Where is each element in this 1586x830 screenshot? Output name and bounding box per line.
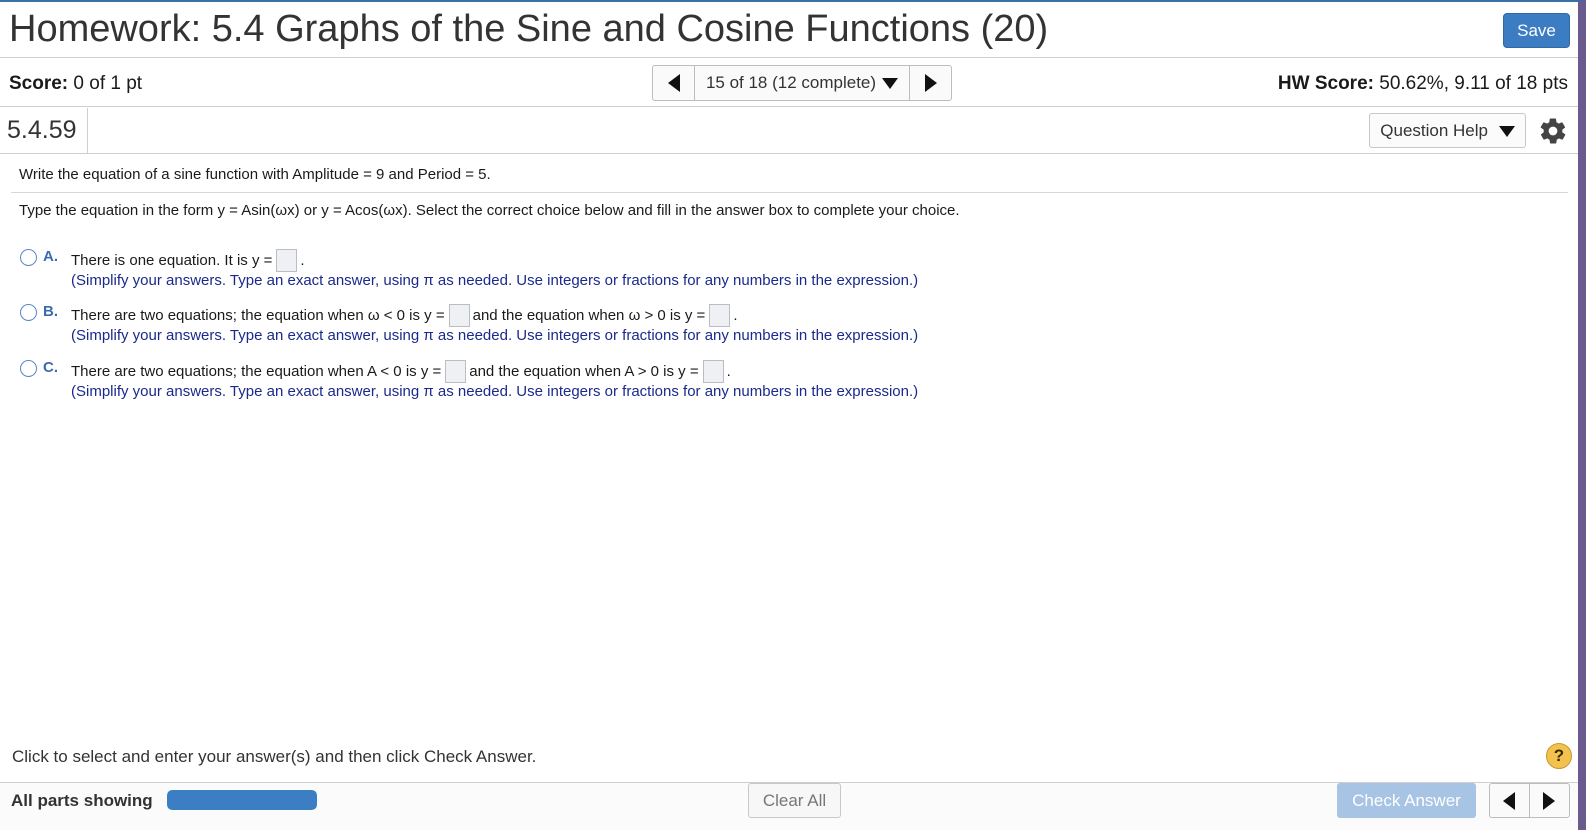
parts-progress-bar bbox=[167, 790, 317, 810]
choice-b-answer-box-2[interactable] bbox=[709, 304, 731, 327]
question-selector-label: 15 of 18 (12 complete) bbox=[705, 73, 877, 92]
gear-icon[interactable] bbox=[1538, 116, 1568, 146]
question-header: 5.4.59 Question Help bbox=[0, 108, 1578, 154]
caret-down-icon bbox=[882, 77, 899, 89]
footer-previous-button[interactable] bbox=[1490, 784, 1530, 817]
save-button[interactable]: Save bbox=[1503, 13, 1570, 48]
choice-a-text-part1: There is one equation. It is y = bbox=[71, 252, 273, 269]
homework-window: Homework: 5.4 Graphs of the Sine and Cos… bbox=[0, 0, 1586, 830]
previous-question-button[interactable] bbox=[653, 66, 695, 100]
chevron-left-icon bbox=[667, 74, 680, 92]
choice-a-note: (Simplify your answers. Type an exact an… bbox=[71, 272, 919, 289]
choice-b-text-part1: There are two equations; the equation wh… bbox=[71, 307, 445, 324]
help-icon[interactable]: ? bbox=[1546, 743, 1572, 769]
question-instructions: Type the equation in the form y = Asin(ω… bbox=[19, 202, 960, 219]
choice-b-letter: B. bbox=[43, 303, 58, 320]
footer-bar: All parts showing Clear All Check Answer bbox=[0, 782, 1578, 830]
choice-a-radio[interactable] bbox=[20, 249, 37, 266]
question-selector-dropdown[interactable]: 15 of 18 (12 complete) bbox=[695, 66, 909, 100]
choice-a-text: There is one equation. It is y = . bbox=[71, 249, 305, 272]
question-number: 5.4.59 bbox=[0, 108, 88, 153]
chevron-right-icon bbox=[924, 74, 937, 92]
choice-c-radio[interactable] bbox=[20, 360, 37, 377]
choice-c-text-part2: and the equation when A > 0 is y = bbox=[469, 363, 699, 380]
footer-hint: Click to select and enter your answer(s)… bbox=[12, 747, 537, 766]
question-prompt: Write the equation of a sine function wi… bbox=[19, 166, 491, 183]
choice-c-text-part1: There are two equations; the equation wh… bbox=[71, 363, 442, 380]
choice-c-text-end: . bbox=[726, 363, 731, 380]
choice-b-text-end: . bbox=[733, 307, 738, 324]
hw-score-label: HW Score: bbox=[1277, 73, 1374, 94]
choice-a-text-end: . bbox=[300, 252, 305, 269]
footer-next-button[interactable] bbox=[1530, 784, 1570, 817]
divider bbox=[11, 192, 1568, 193]
choice-b-answer-box-1[interactable] bbox=[448, 304, 470, 327]
score-bar: Score: 0 of 1 pt 15 of 18 (12 complete) … bbox=[0, 59, 1578, 107]
chevron-left-icon bbox=[1503, 791, 1516, 810]
choice-b-radio[interactable] bbox=[20, 304, 37, 321]
choice-c-letter: C. bbox=[43, 359, 58, 376]
chevron-right-icon bbox=[1543, 791, 1556, 810]
choice-c-answer-box-1[interactable] bbox=[445, 360, 467, 383]
question-help-label: Question Help bbox=[1380, 121, 1488, 140]
choice-b-note: (Simplify your answers. Type an exact an… bbox=[71, 327, 919, 344]
choice-b-text-part2: and the equation when ω > 0 is y = bbox=[472, 307, 706, 324]
title-bar: Homework: 5.4 Graphs of the Sine and Cos… bbox=[0, 2, 1578, 58]
score-value: 0 of 1 pt bbox=[68, 73, 143, 94]
choice-a-answer-box[interactable] bbox=[276, 249, 298, 272]
next-question-button[interactable] bbox=[909, 66, 951, 100]
choice-c-answer-box-2[interactable] bbox=[702, 360, 724, 383]
choice-c-text: There are two equations; the equation wh… bbox=[71, 360, 731, 383]
hw-score: HW Score: 50.62%, 9.11 of 18 pts bbox=[1278, 73, 1568, 95]
caret-down-icon bbox=[1498, 126, 1515, 138]
score: Score: 0 of 1 pt bbox=[9, 73, 142, 95]
check-answer-button[interactable]: Check Answer bbox=[1337, 783, 1476, 818]
question-help-button[interactable]: Question Help bbox=[1369, 113, 1526, 148]
choice-a-letter: A. bbox=[43, 248, 58, 265]
footer-question-navigator bbox=[1489, 783, 1570, 818]
question-navigator: 15 of 18 (12 complete) bbox=[652, 65, 952, 101]
choice-b-text: There are two equations; the equation wh… bbox=[71, 304, 738, 327]
hw-score-value: 50.62%, 9.11 of 18 pts bbox=[1373, 73, 1568, 94]
clear-all-button[interactable]: Clear All bbox=[748, 783, 841, 818]
score-label: Score: bbox=[9, 73, 69, 94]
all-parts-label: All parts showing bbox=[11, 791, 153, 810]
page-title: Homework: 5.4 Graphs of the Sine and Cos… bbox=[9, 8, 1049, 50]
choice-c-note: (Simplify your answers. Type an exact an… bbox=[71, 383, 919, 400]
parts-progress-fill bbox=[167, 790, 317, 810]
